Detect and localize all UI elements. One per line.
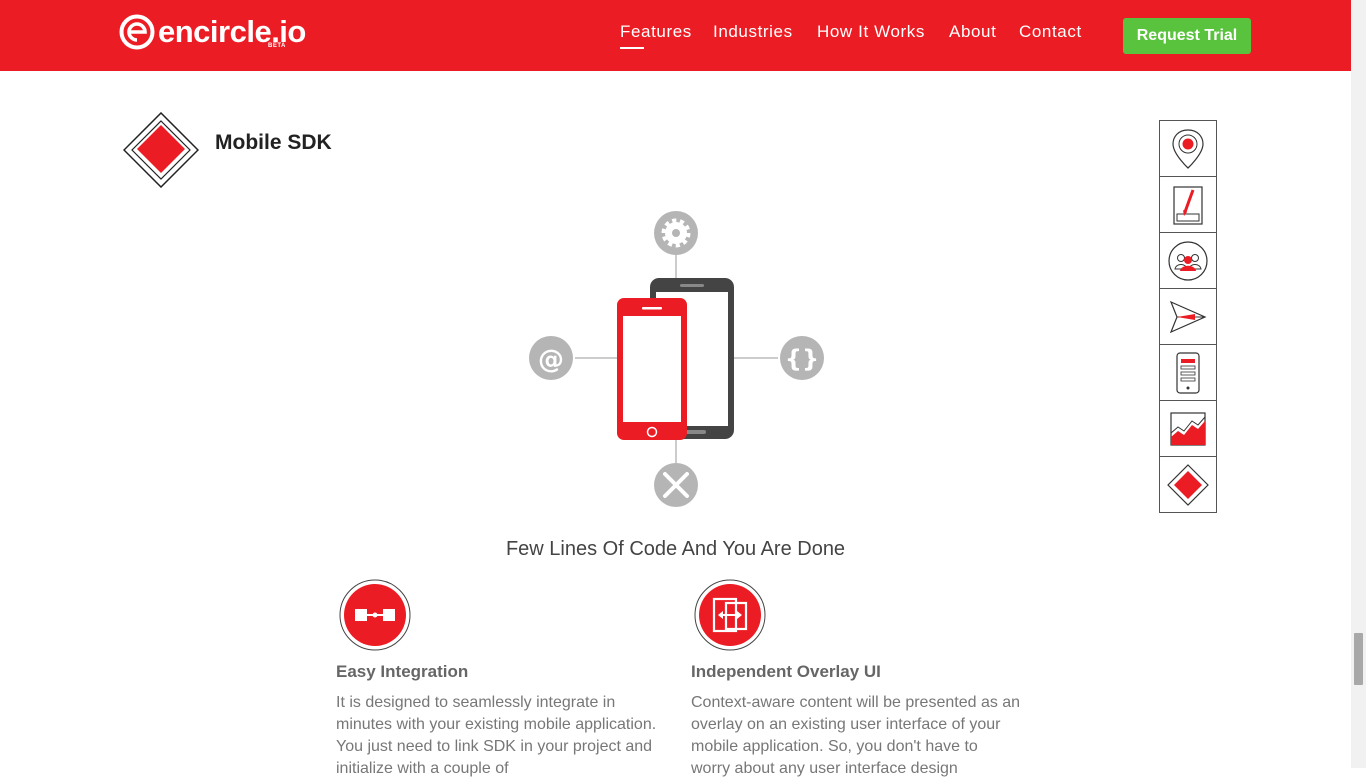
request-trial-button[interactable]: Request Trial (1123, 18, 1251, 54)
sidenav-item-location[interactable] (1160, 121, 1216, 177)
mobile-form-icon (1176, 351, 1200, 394)
diamond-icon (1167, 463, 1209, 506)
section-title: Mobile SDK (215, 131, 332, 154)
svg-text:{}: {} (785, 345, 819, 373)
tools-icon (654, 463, 698, 507)
nav-how-it-works[interactable]: How It Works (817, 22, 925, 46)
paper-plane-icon (1169, 300, 1207, 333)
page-scrollbar[interactable] (1351, 0, 1366, 768)
diamond-icon (123, 112, 199, 188)
gear-icon (654, 211, 698, 255)
top-navigation-bar: encircle.io BETA Features Industries How… (0, 0, 1351, 71)
feature-body-easy-integration: It is designed to seamlessly integrate i… (336, 694, 657, 777)
feature-side-nav (1159, 120, 1217, 513)
sidenav-item-mobile[interactable] (1160, 345, 1216, 401)
sidenav-item-design[interactable] (1160, 177, 1216, 233)
sdk-subheading: Few Lines Of Code And You Are Done (505, 538, 846, 560)
area-chart-icon (1170, 411, 1206, 446)
sidenav-item-analytics[interactable] (1160, 401, 1216, 457)
phones-icon (617, 278, 734, 440)
svg-text:@: @ (538, 345, 564, 375)
nav-about[interactable]: About (949, 22, 996, 46)
code-braces-icon: {} (780, 336, 824, 380)
feature-body-overlay-ui: Context-aware content will be presented … (691, 694, 1021, 777)
nav-industries[interactable]: Industries (713, 22, 793, 46)
feature-title-easy-integration: Easy Integration (336, 662, 469, 681)
feature-title-overlay-ui: Independent Overlay UI (691, 662, 881, 681)
sidenav-item-audience[interactable] (1160, 233, 1216, 289)
users-icon (1168, 240, 1208, 281)
overlay-icon (694, 579, 766, 651)
sidenav-item-delivery[interactable] (1160, 289, 1216, 345)
map-pin-icon (1172, 128, 1204, 169)
integration-icon (339, 579, 411, 651)
brush-icon (1173, 185, 1203, 225)
nav-features[interactable]: Features (620, 22, 692, 49)
sdk-illustration: @ {} (529, 211, 824, 507)
encircle-logo-icon (119, 14, 155, 50)
brand-logo[interactable]: encircle.io BETA (119, 14, 306, 50)
at-sign-icon: @ (529, 336, 573, 380)
sidenav-item-sdk[interactable] (1160, 457, 1216, 512)
scrollbar-thumb[interactable] (1354, 633, 1363, 685)
beta-badge: BETA (268, 43, 286, 49)
nav-contact[interactable]: Contact (1019, 22, 1082, 46)
